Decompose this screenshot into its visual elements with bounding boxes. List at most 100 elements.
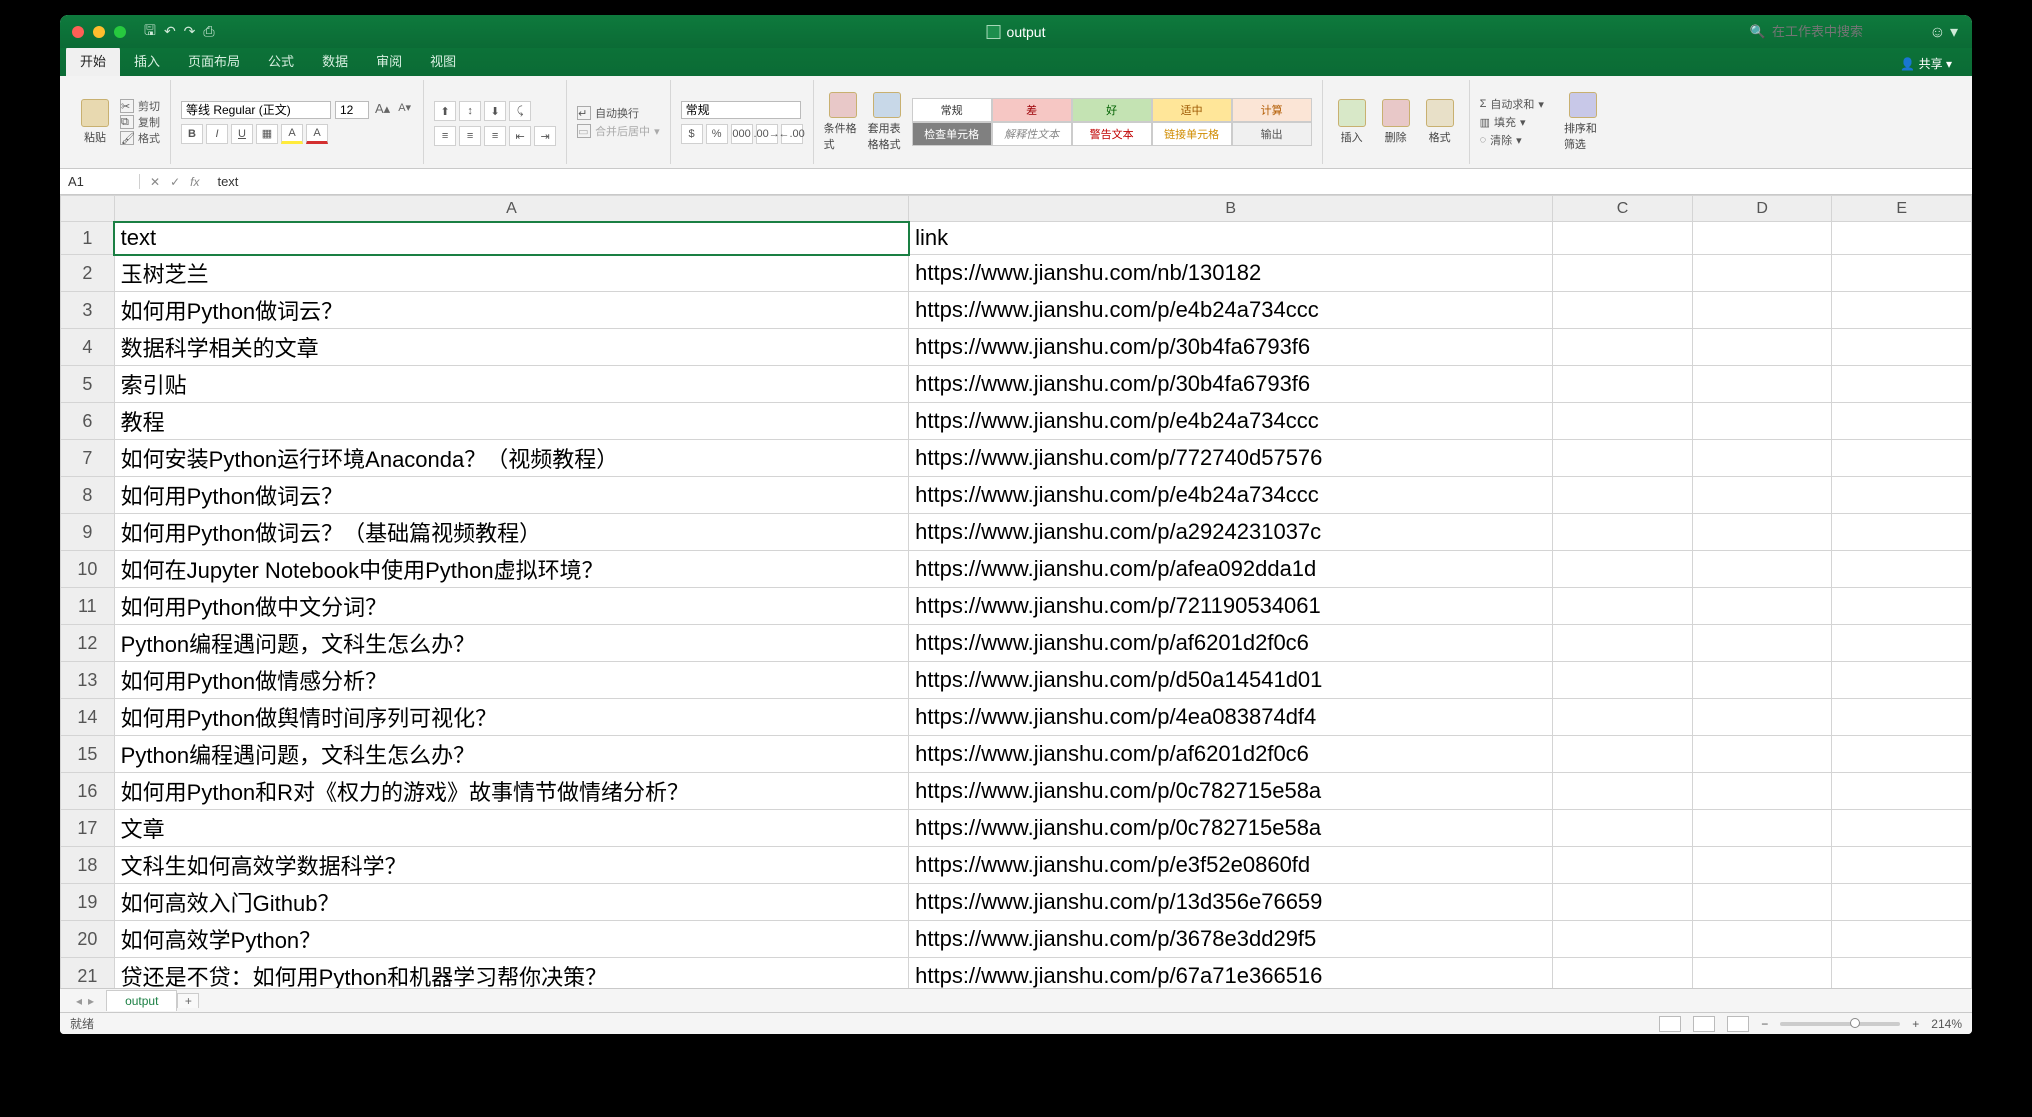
- cell[interactable]: 如何用Python做情感分析？: [114, 662, 908, 699]
- undo-icon[interactable]: ↶: [164, 23, 176, 40]
- row-header[interactable]: 4: [61, 329, 115, 366]
- search-input[interactable]: [1772, 24, 1892, 39]
- cell[interactable]: [1832, 366, 1972, 403]
- row-header[interactable]: 18: [61, 847, 115, 884]
- cell[interactable]: https://www.jianshu.com/p/4ea083874df4: [909, 699, 1553, 736]
- page-break-view-icon[interactable]: [1727, 1016, 1749, 1032]
- cell[interactable]: [1553, 329, 1693, 366]
- cell[interactable]: [1832, 699, 1972, 736]
- row-header[interactable]: 5: [61, 366, 115, 403]
- cell[interactable]: https://www.jianshu.com/p/e3f52e0860fd: [909, 847, 1553, 884]
- tab-home[interactable]: 开始: [66, 46, 120, 76]
- cell[interactable]: [1553, 773, 1693, 810]
- bold-button[interactable]: B: [181, 124, 203, 144]
- cell[interactable]: [1832, 551, 1972, 588]
- feedback-icon[interactable]: ☺ ▾: [1929, 22, 1958, 42]
- cell[interactable]: link: [909, 222, 1553, 255]
- cell[interactable]: [1832, 477, 1972, 514]
- cell[interactable]: [1832, 958, 1972, 989]
- cell[interactable]: [1832, 292, 1972, 329]
- cell[interactable]: https://www.jianshu.com/p/0c782715e58a: [909, 773, 1553, 810]
- style-常规[interactable]: 常规: [912, 98, 992, 122]
- number-format-select[interactable]: [681, 101, 801, 119]
- cell[interactable]: [1692, 736, 1832, 773]
- dec-decimal-icon[interactable]: ←.00: [781, 124, 803, 144]
- select-all-corner[interactable]: [61, 196, 115, 222]
- format-painter-button[interactable]: 🖌格式: [120, 130, 160, 146]
- row-header[interactable]: 10: [61, 551, 115, 588]
- cell[interactable]: https://www.jianshu.com/p/721190534061: [909, 588, 1553, 625]
- row-header[interactable]: 2: [61, 255, 115, 292]
- cell[interactable]: https://www.jianshu.com/p/772740d57576: [909, 440, 1553, 477]
- cell[interactable]: 如何用Python做中文分词？: [114, 588, 908, 625]
- cell[interactable]: https://www.jianshu.com/p/e4b24a734ccc: [909, 292, 1553, 329]
- row-header[interactable]: 16: [61, 773, 115, 810]
- border-button[interactable]: ▦: [256, 124, 278, 144]
- cell[interactable]: [1832, 625, 1972, 662]
- fill-color-button[interactable]: A: [281, 124, 303, 144]
- style-链接单元格[interactable]: 链接单元格: [1152, 122, 1232, 146]
- cell[interactable]: [1832, 884, 1972, 921]
- inc-decimal-icon[interactable]: .00→: [756, 124, 778, 144]
- increase-font-icon[interactable]: A▴: [373, 101, 392, 119]
- cell[interactable]: [1692, 884, 1832, 921]
- cell[interactable]: [1553, 847, 1693, 884]
- cell[interactable]: [1553, 921, 1693, 958]
- cell[interactable]: [1553, 551, 1693, 588]
- cell[interactable]: [1692, 847, 1832, 884]
- fill-button[interactable]: ▥ 填充 ▾: [1480, 114, 1544, 130]
- redo-icon[interactable]: ↷: [184, 23, 196, 40]
- style-警告文本[interactable]: 警告文本: [1072, 122, 1152, 146]
- delete-cells-button[interactable]: 删除: [1377, 92, 1415, 152]
- row-header[interactable]: 13: [61, 662, 115, 699]
- cell[interactable]: [1553, 292, 1693, 329]
- row-header[interactable]: 20: [61, 921, 115, 958]
- cancel-formula-icon[interactable]: ✕: [150, 175, 160, 189]
- cell[interactable]: [1692, 810, 1832, 847]
- cell[interactable]: 如何用Python做词云？（基础篇视频教程）: [114, 514, 908, 551]
- font-name-select[interactable]: [181, 101, 331, 119]
- cell[interactable]: [1692, 440, 1832, 477]
- cell[interactable]: [1692, 514, 1832, 551]
- cell[interactable]: https://www.jianshu.com/p/a2924231037c: [909, 514, 1553, 551]
- style-检查单元格[interactable]: 检查单元格: [912, 122, 992, 146]
- page-layout-view-icon[interactable]: [1693, 1016, 1715, 1032]
- enter-formula-icon[interactable]: ✓: [170, 175, 180, 189]
- cell[interactable]: https://www.jianshu.com/p/30b4fa6793f6: [909, 366, 1553, 403]
- decrease-font-icon[interactable]: A▾: [396, 101, 413, 119]
- zoom-level[interactable]: 214%: [1931, 1017, 1962, 1031]
- percent-icon[interactable]: %: [706, 124, 728, 144]
- cell[interactable]: [1692, 292, 1832, 329]
- font-size-select[interactable]: [335, 101, 369, 119]
- cell[interactable]: Python编程遇问题，文科生怎么办？: [114, 625, 908, 662]
- cell[interactable]: [1692, 222, 1832, 255]
- cell[interactable]: [1692, 662, 1832, 699]
- row-header[interactable]: 1: [61, 222, 115, 255]
- row-header[interactable]: 6: [61, 403, 115, 440]
- cell[interactable]: [1553, 699, 1693, 736]
- cell[interactable]: [1553, 958, 1693, 989]
- indent-inc-icon[interactable]: ⇥: [534, 126, 556, 146]
- row-header[interactable]: 19: [61, 884, 115, 921]
- conditional-format-button[interactable]: 条件格式: [824, 92, 862, 152]
- row-header[interactable]: 21: [61, 958, 115, 989]
- fx-icon[interactable]: fx: [190, 175, 199, 189]
- cell[interactable]: [1832, 255, 1972, 292]
- cell[interactable]: [1553, 588, 1693, 625]
- cell[interactable]: [1832, 329, 1972, 366]
- zoom-out-icon[interactable]: −: [1761, 1017, 1768, 1031]
- cell[interactable]: [1832, 403, 1972, 440]
- cell[interactable]: [1692, 921, 1832, 958]
- cell[interactable]: 如何高效学Python？: [114, 921, 908, 958]
- cell[interactable]: [1553, 255, 1693, 292]
- zoom-slider[interactable]: [1780, 1022, 1900, 1026]
- clear-button[interactable]: ◌ 清除 ▾: [1480, 132, 1544, 148]
- cell[interactable]: [1832, 588, 1972, 625]
- underline-button[interactable]: U: [231, 124, 253, 144]
- tab-view[interactable]: 视图: [416, 46, 470, 76]
- align-right-icon[interactable]: ≡: [484, 126, 506, 146]
- cell[interactable]: https://www.jianshu.com/p/e4b24a734ccc: [909, 477, 1553, 514]
- autosum-button[interactable]: Σ 自动求和 ▾: [1480, 96, 1544, 112]
- cell[interactable]: [1553, 625, 1693, 662]
- font-color-button[interactable]: A: [306, 124, 328, 144]
